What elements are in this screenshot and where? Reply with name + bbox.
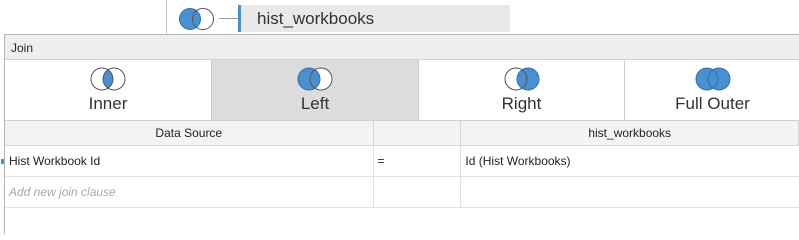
operator-value: = (377, 154, 385, 168)
join-clause-table: Data Source hist_workbooks Hist Workbook… (1, 121, 799, 208)
join-dialog: Join Inner Left Right Full Outer Data So… (1, 34, 799, 234)
table-pill-hist-workbooks[interactable]: hist_workbooks (238, 5, 510, 32)
dialog-header: Join (5, 35, 799, 60)
join-type-right[interactable]: Right (419, 60, 625, 120)
dialog-title: Join (11, 41, 34, 55)
full-outer-join-icon (695, 67, 730, 91)
empty-right-cell (461, 177, 799, 207)
right-field-value: Id (Hist Workbooks) (465, 154, 571, 168)
join-type-label: Left (300, 94, 330, 113)
empty-operator-cell (374, 177, 462, 207)
right-field-selector[interactable]: Id (Hist Workbooks) (461, 146, 799, 176)
operator-header (374, 121, 462, 145)
join-link-line (219, 18, 238, 19)
right-join-icon (504, 67, 539, 91)
add-join-clause-row: Add new join clause (5, 177, 799, 208)
add-join-clause-input[interactable]: Add new join clause (5, 177, 374, 207)
row-marker (1, 159, 4, 164)
left-join-icon (297, 67, 333, 91)
right-source-header: hist_workbooks (461, 121, 799, 145)
join-type-label: Inner (88, 94, 128, 113)
operator-selector[interactable]: = (374, 146, 462, 176)
join-type-label: Full Outer (675, 94, 750, 113)
left-source-header: Data Source (5, 121, 374, 145)
table-pill-label: hist_workbooks (257, 9, 375, 28)
join-type-left[interactable]: Left (212, 60, 419, 120)
join-type-inner[interactable]: Inner (5, 60, 212, 120)
left-join-icon[interactable] (176, 7, 218, 31)
left-field-value: Hist Workbook Id (9, 154, 101, 168)
canvas-divider (166, 0, 167, 34)
join-type-full-outer[interactable]: Full Outer (625, 60, 799, 120)
join-type-selector: Inner Left Right Full Outer (5, 60, 799, 121)
left-field-selector[interactable]: Hist Workbook Id (1, 146, 374, 176)
inner-join-icon (90, 67, 126, 91)
join-clause-row: Hist Workbook Id = Id (Hist Workbooks) (1, 146, 799, 177)
join-editor: hist_workbooks Join Inner Left Right Ful… (0, 0, 799, 234)
join-type-label: Right (501, 94, 542, 113)
join-clause-header-row: Data Source hist_workbooks (5, 121, 799, 146)
